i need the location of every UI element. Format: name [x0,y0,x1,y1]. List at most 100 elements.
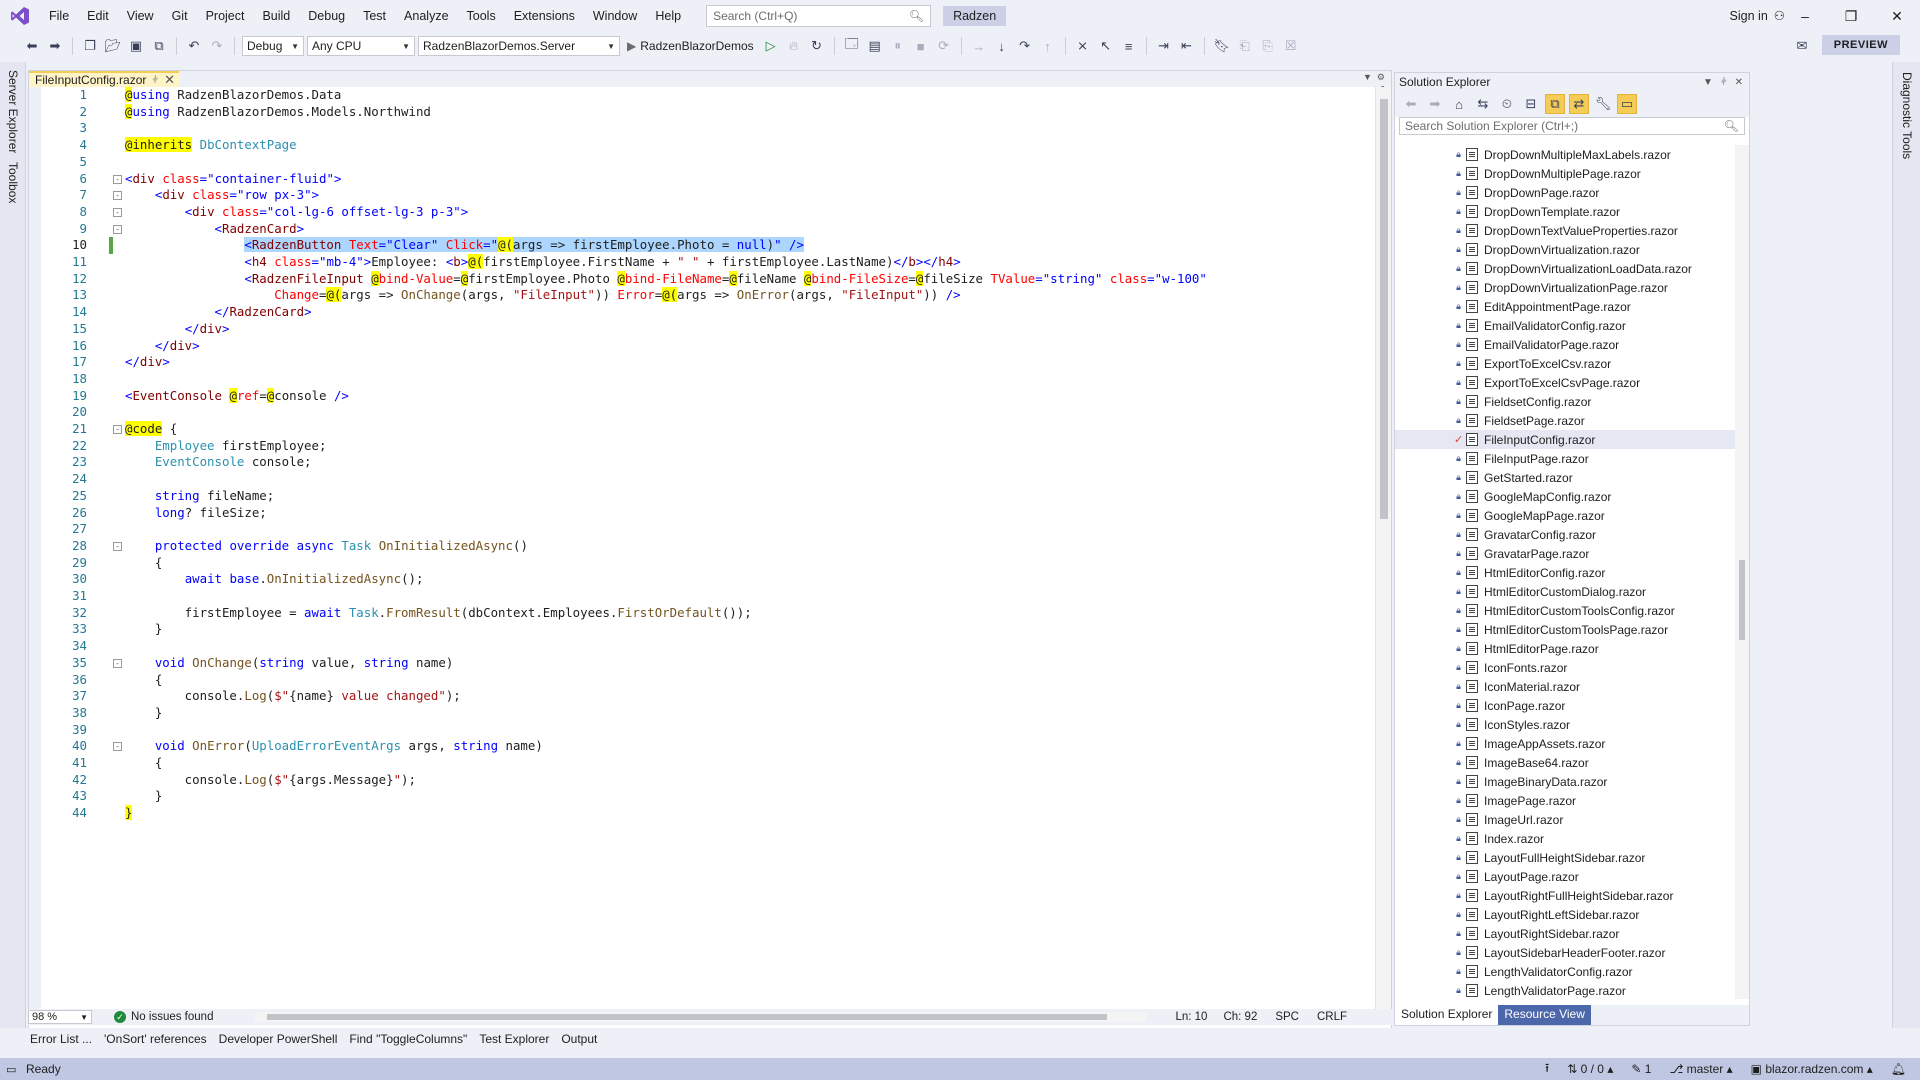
menu-analyze[interactable]: Analyze [395,0,457,32]
solution-file-item[interactable]: 🔒︎ DropDownVirtualization.razor [1395,240,1735,259]
editor-vertical-scrollbar[interactable] [1375,87,1391,1015]
solution-file-item[interactable]: 🔒︎ LayoutFullHeightSidebar.razor [1395,848,1735,867]
menu-window[interactable]: Window [584,0,646,32]
solution-file-item[interactable]: 🔒︎ IconMaterial.razor [1395,677,1735,696]
collapse-icon[interactable]: - [113,742,122,752]
navigate-back-icon[interactable]: ⬅ [22,36,42,56]
window-position-icon[interactable]: ▼ [1703,77,1713,88]
new-project-icon[interactable]: ❐ [80,36,100,56]
solution-file-item[interactable]: 🔒︎ HtmlEditorConfig.razor [1395,563,1735,582]
collapse-all-icon[interactable]: ⊟ [1521,94,1541,114]
solution-explorer-search-input[interactable]: Search Solution Explorer (Ctrl+;) 🔍︎ [1399,117,1745,135]
branch-selector[interactable]: ⎇ master ▴ [1669,1062,1732,1076]
solution-file-item[interactable]: 🔒︎ IconFonts.razor [1395,658,1735,677]
solution-file-item[interactable]: 🔒︎ LayoutRightLeftSidebar.razor [1395,905,1735,924]
zoom-select[interactable]: 98 % ▼ [28,1010,92,1024]
menu-help[interactable]: Help [646,0,690,32]
solution-file-item[interactable]: 🔒︎ DropDownVirtualizationLoadData.razor [1395,259,1735,278]
tab-test-explorer[interactable]: Test Explorer [473,1032,555,1046]
solution-file-item[interactable]: 🔒︎ LengthValidatorPage.razor [1395,981,1735,999]
close-panel-icon[interactable]: ✕ [1735,77,1743,88]
solution-file-item[interactable]: 🔒︎ ExportToExcelCsv.razor [1395,354,1735,373]
menu-git[interactable]: Git [163,0,197,32]
hot-reload-icon[interactable]: 🔥︎ [784,36,804,56]
solution-file-item[interactable]: 🔒︎ GravatarConfig.razor [1395,525,1735,544]
solution-file-item[interactable]: 🔒︎ LengthValidatorConfig.razor [1395,962,1735,981]
menu-debug[interactable]: Debug [299,0,354,32]
tab-error-list[interactable]: Error List ... [24,1032,98,1046]
solution-file-item[interactable]: 🔒︎ FieldsetConfig.razor [1395,392,1735,411]
startup-project-select[interactable]: RadzenBlazorDemos.Server ▼ [418,36,620,56]
solution-file-item[interactable]: 🔒︎ EmailValidatorConfig.razor [1395,316,1735,335]
close-window-icon[interactable]: ✕ [1874,0,1920,32]
tab-resource-view[interactable]: Resource View [1498,1005,1591,1025]
solution-file-item[interactable]: 🔒︎ DropDownTemplate.razor [1395,202,1735,221]
collapse-icon[interactable]: - [113,207,122,217]
browser-link-icon[interactable]: 🗔︎ [842,36,862,56]
redo-icon[interactable]: ↷ [207,36,227,56]
start-debugging-button[interactable]: ▶ RadzenBlazorDemos [623,36,758,56]
server-explorer-tab[interactable]: Server Explorer [6,70,20,153]
menu-file[interactable]: File [40,0,78,32]
save-all-icon[interactable]: ⧉ [149,36,169,56]
whitespace-mode[interactable]: SPC [1275,1011,1299,1023]
issues-indicator[interactable]: ✓ No issues found [114,1011,213,1023]
tab-find-results[interactable]: Find "ToggleColumns" [343,1032,473,1046]
solution-file-item[interactable]: 🔒︎ HtmlEditorPage.razor [1395,639,1735,658]
solution-file-item[interactable]: 🔒︎ DropDownMultipleMaxLabels.razor [1395,145,1735,164]
collapse-icon[interactable]: - [113,658,122,668]
repository-selector[interactable]: ▣ blazor.radzen.com ▴ [1751,1062,1873,1076]
bookmark-icon[interactable]: 🔖︎ [1212,36,1232,56]
diagnostics-icon[interactable]: ⨯ [1073,36,1093,56]
menu-project[interactable]: Project [197,0,254,32]
menu-extensions[interactable]: Extensions [505,0,584,32]
solution-file-item[interactable]: 🔒︎ EmailValidatorPage.razor [1395,335,1735,354]
tab-developer-powershell[interactable]: Developer PowerShell [213,1032,344,1046]
solution-file-item[interactable]: 🔒︎ GoogleMapPage.razor [1395,506,1735,525]
indent-icon[interactable]: ⇥ [1154,36,1174,56]
solution-file-item[interactable]: 🔒︎ GoogleMapConfig.razor [1395,487,1735,506]
close-tab-icon[interactable]: ✕ [164,72,175,88]
solution-file-item[interactable]: 🔒︎ ImagePage.razor [1395,791,1735,810]
clear-bookmarks-icon[interactable]: ☒ [1281,36,1301,56]
solution-file-item[interactable]: 🔒︎ LayoutSidebarHeaderFooter.razor [1395,943,1735,962]
start-without-debugging-icon[interactable]: ▷ [761,36,781,56]
pending-changes[interactable]: ✎ 1 [1631,1062,1651,1076]
tab-onsort-references[interactable]: 'OnSort' references [98,1032,213,1046]
outdent-icon[interactable]: ⇤ [1177,36,1197,56]
toolbox-tab[interactable]: Toolbox [6,162,20,203]
solution-file-item[interactable]: ✓ FileInputConfig.razor [1395,430,1735,449]
diagnostic-tools-tab[interactable]: Diagnostic Tools [1900,72,1914,159]
solution-file-item[interactable]: 🔒︎ ImageBinaryData.razor [1395,772,1735,791]
step-into-icon[interactable]: ↓ [992,36,1012,56]
show-all-files-icon[interactable]: ⧉ [1545,94,1565,114]
line-ending-mode[interactable]: CRLF [1317,1011,1347,1023]
restart-icon[interactable]: ⟳ [934,36,954,56]
collapse-icon[interactable]: - [113,541,122,551]
menu-build[interactable]: Build [253,0,299,32]
show-next-statement-icon[interactable]: → [969,36,989,56]
save-icon[interactable]: ▣ [126,36,146,56]
solution-file-item[interactable]: 🔒︎ HtmlEditorCustomDialog.razor [1395,582,1735,601]
sync-with-document-icon[interactable]: ⇄ [1569,94,1589,114]
sync-status[interactable]: ⇅ 0 / 0 ▴ [1567,1062,1613,1076]
solution-file-item[interactable]: 🔒︎ DropDownMultiplePage.razor [1395,164,1735,183]
step-over-icon[interactable]: ↷ [1015,36,1035,56]
restore-icon[interactable]: ❐ [1828,0,1874,32]
solution-file-item[interactable]: 🔒︎ DropDownTextValueProperties.razor [1395,221,1735,240]
stop-icon[interactable]: ■ [911,36,931,56]
navigate-forward-icon[interactable]: ➡ [45,36,65,56]
solution-file-item[interactable]: 🔒︎ IconStyles.razor [1395,715,1735,734]
tab-output[interactable]: Output [555,1032,603,1046]
document-tab[interactable]: FileInputConfig.razor ⫩ ✕ [29,71,180,88]
menu-view[interactable]: View [118,0,163,32]
notifications-upload-icon[interactable]: ⭱ [1545,1059,1549,1080]
code-text-area[interactable]: 1 @using RadzenBlazorDemos.Data 2 @using R… [29,87,1393,1015]
solution-file-item[interactable]: 🔒︎ GetStarted.razor [1395,468,1735,487]
solution-explorer-scrollbar[interactable] [1735,145,1749,999]
solution-configuration-select[interactable]: Debug ▼ [242,36,304,56]
pin-icon[interactable]: ⫩ [152,75,158,86]
global-search-input[interactable]: Search (Ctrl+Q) 🔍︎ [706,5,932,27]
collapse-icon[interactable]: - [113,191,122,201]
forward-icon[interactable]: ➡ [1425,94,1445,114]
